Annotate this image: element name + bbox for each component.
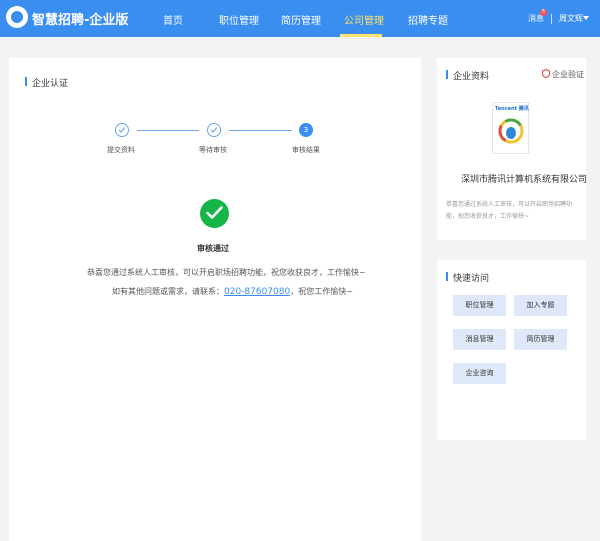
step-connector bbox=[137, 130, 199, 131]
top-navigation-bar: 智慧招聘-企业版 首页 职位管理 简历管理 公司管理 招聘专题 消息 5 周文辉 bbox=[0, 0, 600, 37]
quick-join-topic-button[interactable]: 加入专题 bbox=[514, 295, 567, 316]
chevron-down-icon[interactable] bbox=[583, 16, 589, 20]
active-nav-indicator bbox=[340, 34, 382, 37]
quick-job-management-button[interactable]: 职位管理 bbox=[453, 295, 506, 316]
shield-icon bbox=[542, 69, 550, 78]
step-label: 等待审核 bbox=[199, 146, 227, 154]
nav-company-management[interactable]: 公司管理 bbox=[344, 12, 384, 27]
company-name: 深圳市腾讯计算机系统有限公司 bbox=[461, 175, 588, 185]
quick-message-management-button[interactable]: 消息管理 bbox=[453, 329, 506, 350]
nav-recruitment-topics[interactable]: 招聘专题 bbox=[408, 12, 448, 27]
quick-company-inquiry-button[interactable]: 企业咨询 bbox=[453, 363, 506, 384]
phone-link[interactable]: 020-87607080 bbox=[224, 287, 290, 297]
verify-label: 企业验证 bbox=[552, 70, 584, 79]
company-logo-text: Tencent 腾讯 bbox=[495, 106, 529, 112]
contact-line: 如有其他问题或需求，请联系：020-87607080，祝您工作愉快~ bbox=[112, 286, 353, 297]
contact-suffix: ，祝您工作愉快~ bbox=[290, 287, 353, 296]
nav-resume-management[interactable]: 简历管理 bbox=[281, 12, 321, 27]
result-message: 恭喜您通过系统人工审核，可以开启职场招聘功能，祝您收获良才，工作愉快~ bbox=[87, 268, 366, 277]
nav-home[interactable]: 首页 bbox=[163, 12, 183, 27]
step-2-check-icon bbox=[207, 123, 221, 137]
app-logo-icon[interactable] bbox=[6, 6, 28, 28]
step-connector bbox=[229, 130, 292, 131]
step-label: 提交资料 bbox=[107, 146, 135, 154]
quick-resume-management-button[interactable]: 简历管理 bbox=[514, 329, 567, 350]
step-label: 审核结果 bbox=[292, 146, 320, 154]
user-menu[interactable]: 周文辉 bbox=[559, 13, 583, 24]
qq-logo-icon bbox=[498, 118, 524, 144]
certification-title: 企业认证 bbox=[25, 76, 68, 89]
step-3-number: 3 bbox=[299, 123, 313, 137]
quick-access-title: 快速访问 bbox=[446, 271, 489, 284]
messages-badge: 5 bbox=[540, 9, 547, 16]
company-verify-link[interactable]: 企业验证 bbox=[542, 69, 584, 80]
company-description: 恭喜您通过系统人工审核，可以开启职场招聘功能，祝您收获良才，工作愉快~ bbox=[446, 201, 573, 220]
success-check-icon bbox=[200, 199, 229, 228]
contact-prefix: 如有其他问题或需求，请联系： bbox=[112, 287, 224, 296]
company-logo: Tencent 腾讯 bbox=[492, 102, 529, 154]
quick-access-card bbox=[437, 260, 586, 440]
result-title: 审核通过 bbox=[197, 244, 229, 253]
company-section-title: 企业资料 bbox=[446, 69, 489, 82]
step-1-check-icon bbox=[115, 123, 129, 137]
brand-title[interactable]: 智慧招聘-企业版 bbox=[32, 9, 128, 28]
header-divider bbox=[551, 14, 552, 24]
nav-job-management[interactable]: 职位管理 bbox=[219, 12, 259, 27]
